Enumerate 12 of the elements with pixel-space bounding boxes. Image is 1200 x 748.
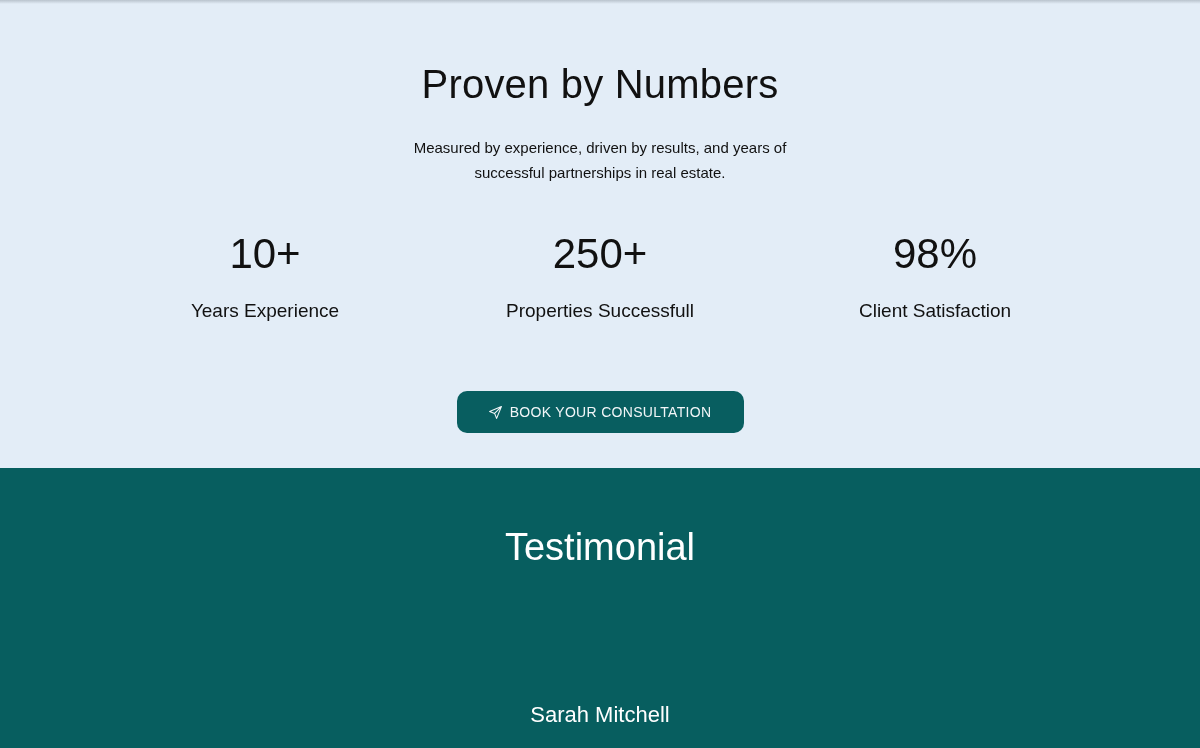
section-subtitle: Measured by experience, driven by results, and years of successful partnerships in real estate. <box>412 138 788 183</box>
testimonial-author: Sarah Mitchell <box>530 701 670 729</box>
testimonial-title: Testimonial <box>504 525 696 570</box>
stat-label: Client Satisfaction <box>858 299 1012 323</box>
stat-label: Properties Successfull <box>506 299 694 323</box>
book-consultation-button[interactable]: BOOK YOUR CONSULTATION <box>456 391 744 433</box>
stat-value: 10+ <box>229 229 301 279</box>
stat-value: 250+ <box>552 229 648 279</box>
stat-value: 98% <box>892 229 978 279</box>
section-title: Proven by Numbers <box>421 61 779 108</box>
paper-plane-icon <box>488 405 502 419</box>
stat-label: Years Experience <box>190 299 340 323</box>
